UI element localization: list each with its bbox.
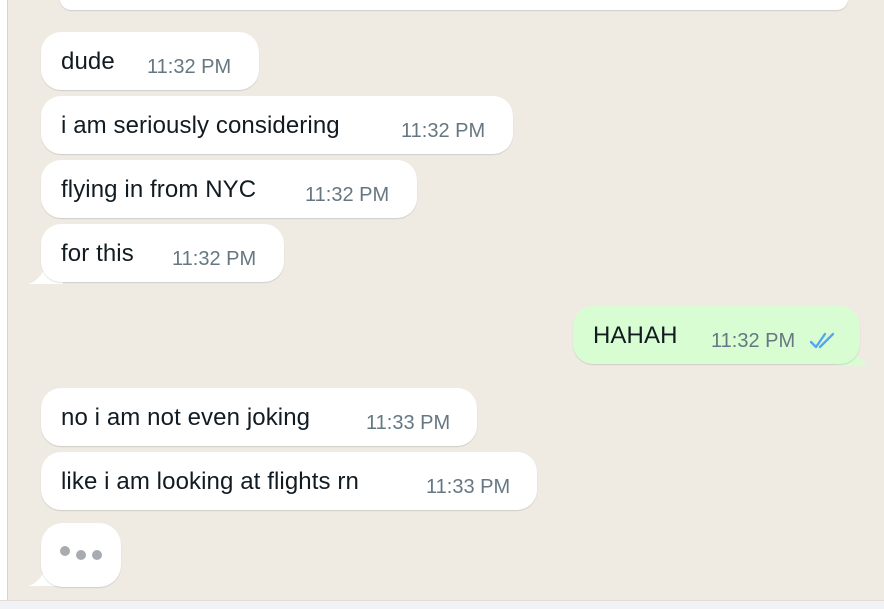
message-timestamp: 11:33 PM	[366, 412, 451, 434]
message-text: no i am not even joking	[61, 404, 311, 431]
chat-message-area[interactable]: dude 11:32 PM i am seriously considering…	[7, 0, 884, 600]
double-check-read-icon	[809, 332, 835, 349]
message-text: like i am looking at flights rn	[61, 468, 359, 495]
message-text: for this	[61, 240, 134, 267]
message-text: flying in from NYC	[61, 176, 257, 203]
message-text: HAHAH	[593, 322, 678, 349]
outgoing-message-bubble[interactable]: HAHAH 11:32 PM	[573, 306, 860, 364]
incoming-message-bubble[interactable]: dude 11:32 PM	[41, 32, 259, 90]
previous-message-bubble[interactable]	[60, 0, 848, 10]
message-timestamp: 11:33 PM	[426, 476, 511, 498]
incoming-message-bubble[interactable]: i am seriously considering 11:32 PM	[41, 96, 513, 154]
typing-indicator	[41, 523, 121, 587]
message-timestamp: 11:32 PM	[147, 56, 232, 78]
message-timestamp: 11:32 PM	[172, 248, 257, 270]
incoming-message-bubble[interactable]: like i am looking at flights rn 11:33 PM	[41, 452, 537, 510]
incoming-message-bubble[interactable]: flying in from NYC 11:32 PM	[41, 160, 417, 218]
message-timestamp: 11:32 PM	[711, 330, 796, 352]
message-timestamp: 11:32 PM	[305, 184, 390, 206]
message-timestamp: 11:32 PM	[401, 120, 486, 142]
message-text: i am seriously considering	[61, 112, 340, 139]
message-text: dude	[61, 48, 115, 75]
incoming-message-bubble[interactable]: for this 11:32 PM	[41, 224, 284, 282]
incoming-message-bubble[interactable]: no i am not even joking 11:33 PM	[41, 388, 477, 446]
